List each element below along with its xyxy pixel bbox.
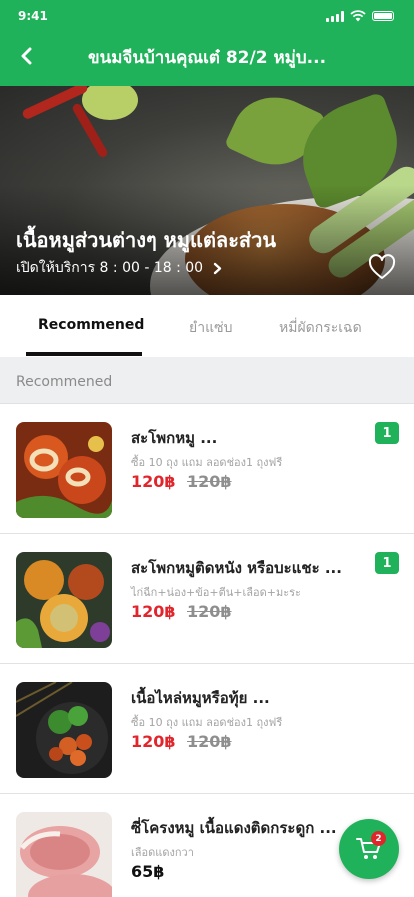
signal-icon (326, 10, 344, 22)
tab-mee-pad-krachet[interactable]: หมี่ผัดกระเฉด (279, 317, 362, 339)
item-image (16, 422, 112, 518)
item-name: สะโพกหมู ... (131, 429, 218, 447)
status-bar: 9:41 (0, 0, 414, 34)
item-description: ซื้อ 10 ถุง แถม ลอดช่อง1 ถุงฟรี (131, 716, 283, 729)
opening-hours-text: เปิดให้บริการ 8 : 00 - 18 : 00 (16, 260, 204, 276)
page-title: ขนมจีนบ้านคุณเต๋ 82/2 หมู่บ... (87, 48, 327, 68)
item-image (16, 552, 112, 648)
menu-item[interactable]: สะโพกหมู ... ซื้อ 10 ถุง แถม ลอดช่อง1 ถุ… (0, 404, 414, 534)
section-header: Recommened (0, 357, 414, 404)
store-name: เนื้อหมูส่วนต่างๆ หมูแต่ละส่วน (16, 228, 277, 252)
heart-icon (368, 254, 396, 279)
chevron-right-icon (213, 262, 222, 274)
status-time: 9:41 (18, 9, 48, 23)
back-button[interactable] (12, 42, 40, 70)
item-price: 120฿ (131, 732, 176, 751)
cart-count-badge: 2 (371, 831, 386, 846)
chevron-left-icon (21, 47, 32, 65)
category-tabs: Recommened ยำแซ่บ หมี่ผัดกระเฉด (0, 295, 414, 357)
favorite-button[interactable] (368, 254, 396, 280)
item-price: 120฿ (131, 472, 176, 491)
active-tab-indicator (26, 352, 142, 356)
item-description: เลือดแดงกวา (131, 846, 194, 859)
item-description: ซื้อ 10 ถุง แถม ลอดช่อง1 ถุงฟรี (131, 456, 283, 469)
cart-quantity-badge: 1 (375, 552, 399, 574)
wifi-icon (350, 10, 366, 22)
menu-item[interactable]: สะโพกหมูติดหนัง หรือบะแชะ ... ไก่ฉีก+น่อ… (0, 534, 414, 664)
opening-hours-link[interactable]: เปิดให้บริการ 8 : 00 - 18 : 00 (16, 257, 222, 279)
tab-yum-saeb[interactable]: ยำแซ่บ (189, 317, 232, 339)
item-price: 120฿ (131, 602, 176, 621)
top-app-bar: 9:41 ขนมจีนบ้านคุณเต๋ 82/2 หมู่บ... (0, 0, 414, 86)
hero-photo-lime (82, 86, 138, 120)
tab-recommened[interactable]: Recommened (38, 317, 144, 333)
item-description: ไก่ฉีก+น่อง+ข้อ+ตีน+เลือด+มะระ (131, 586, 301, 599)
item-original-price: 120฿ (187, 602, 232, 621)
item-price: 65฿ (131, 862, 165, 881)
cart-quantity-badge: 1 (375, 422, 399, 444)
item-name: สะโพกหมูติดหนัง หรือบะแชะ ... (131, 559, 342, 577)
item-name: เนื้อไหล่หมูหรือทุ้ย ... (131, 689, 270, 707)
item-original-price: 120฿ (187, 732, 232, 751)
item-name: ซี่โครงหมู เนื้อแดงติดกระดูก ... (131, 819, 337, 837)
nav-row: ขนมจีนบ้านคุณเต๋ 82/2 หมู่บ... (0, 34, 414, 78)
item-image (16, 682, 112, 778)
item-image (16, 812, 112, 897)
status-icons (326, 10, 394, 22)
cart-button[interactable]: 2 (339, 819, 399, 879)
item-original-price: 120฿ (187, 472, 232, 491)
section-title: Recommened (16, 374, 113, 390)
battery-icon (372, 11, 394, 21)
menu-item[interactable]: เนื้อไหล่หมูหรือทุ้ย ... ซื้อ 10 ถุง แถม… (0, 664, 414, 794)
